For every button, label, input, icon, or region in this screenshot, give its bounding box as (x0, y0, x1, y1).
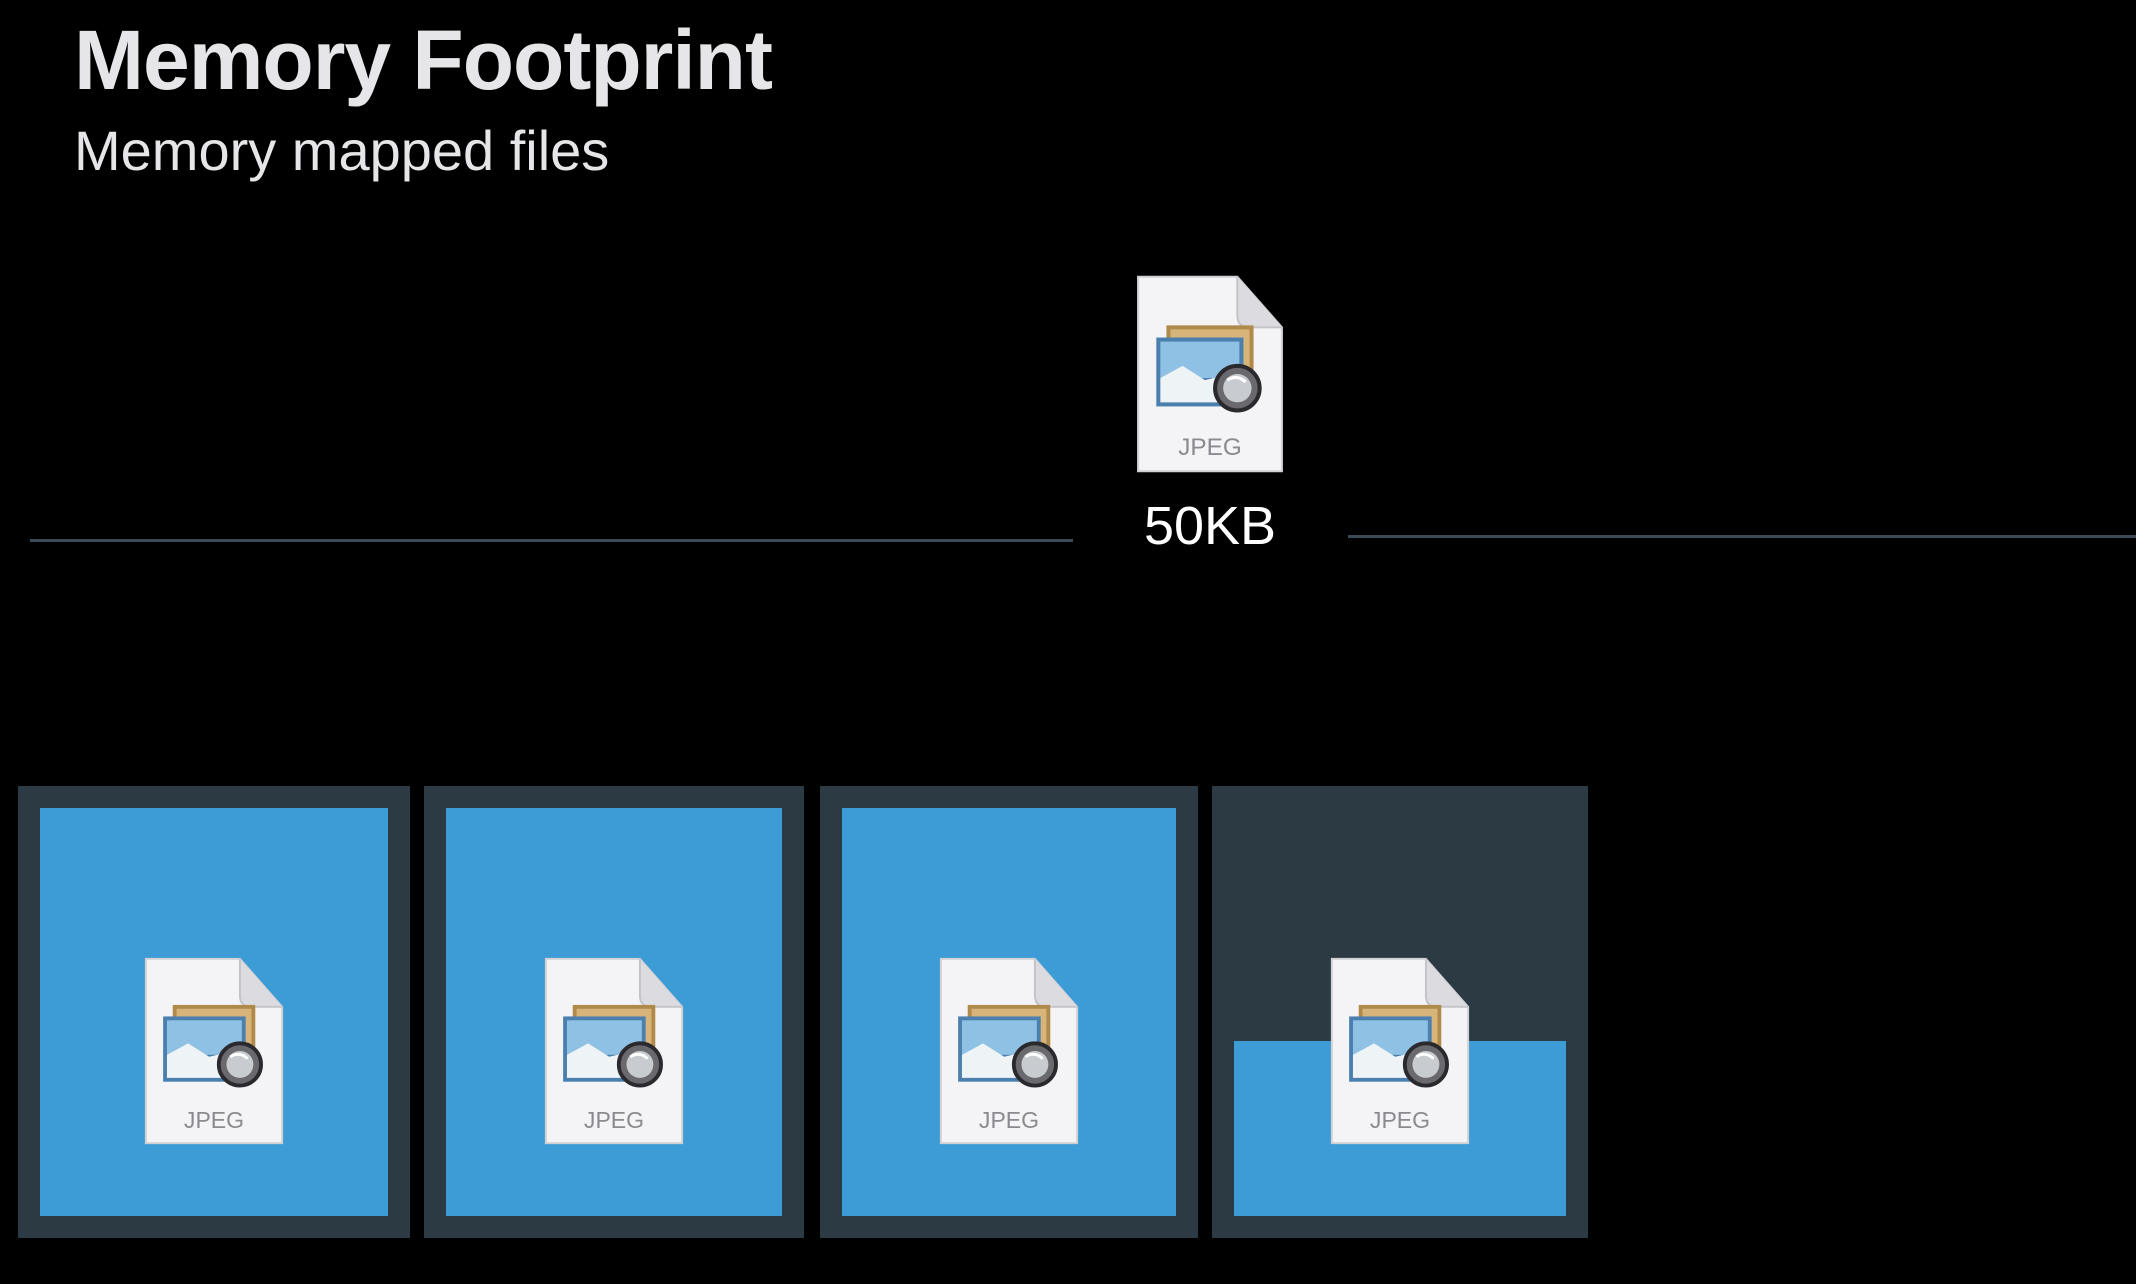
file-type-label: JPEG (979, 1107, 1039, 1133)
memory-page-slot: JPEG (424, 786, 804, 1238)
file-type-label: JPEG (1370, 1107, 1430, 1133)
file-type-label: JPEG (184, 1107, 244, 1133)
jpeg-file-graphic: JPEG (1137, 275, 1283, 473)
jpeg-file-icon: JPEG (1134, 274, 1286, 474)
jpeg-file-icon: JPEG (142, 956, 286, 1146)
memory-page-slot: JPEG (1212, 786, 1588, 1238)
jpeg-file-icon: JPEG (1328, 956, 1472, 1146)
divider-left (30, 539, 1073, 542)
memory-page-slot: JPEG (18, 786, 410, 1238)
slide-title: Memory Footprint (74, 13, 773, 107)
memory-page-slot: JPEG (820, 786, 1198, 1238)
file-size-label: 50KB (1143, 496, 1277, 556)
file-type-label: JPEG (1178, 434, 1242, 461)
slide-subtitle: Memory mapped files (74, 119, 610, 182)
jpeg-file-icon: JPEG (937, 956, 1081, 1146)
divider-right (1348, 535, 2136, 538)
jpeg-file-icon: JPEG (542, 956, 686, 1146)
file-type-label: JPEG (584, 1107, 644, 1133)
